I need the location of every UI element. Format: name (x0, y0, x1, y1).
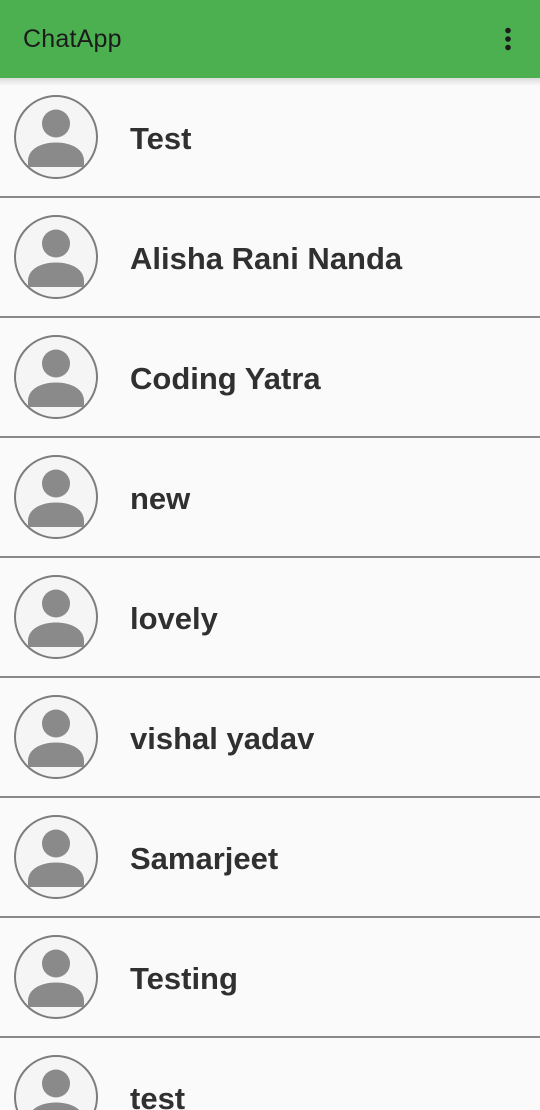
contact-list: Test Alisha Rani Nanda Coding Yatra new (0, 78, 540, 1110)
contact-avatar (14, 215, 98, 299)
contact-name: Test (130, 121, 192, 156)
contact-name: Testing (130, 961, 238, 996)
contact-avatar (14, 455, 98, 539)
contact-row[interactable]: Testing (0, 918, 540, 1038)
contact-name: Coding Yatra (130, 361, 321, 396)
contact-avatar (14, 95, 98, 179)
person-icon (28, 229, 84, 287)
contact-row[interactable]: test (0, 1038, 540, 1110)
app-bar-shadow (0, 78, 540, 86)
contact-row[interactable]: vishal yadav (0, 678, 540, 798)
person-icon (28, 709, 84, 767)
contact-name: vishal yadav (130, 721, 315, 756)
more-vert-icon (505, 27, 511, 51)
contact-row[interactable]: Test (0, 78, 540, 198)
contact-name: Samarjeet (130, 841, 279, 876)
contact-row[interactable]: lovely (0, 558, 540, 678)
person-icon (28, 949, 84, 1007)
contact-avatar (14, 815, 98, 899)
person-icon (32, 1069, 80, 1110)
more-options-button[interactable] (496, 19, 520, 59)
contact-avatar (14, 1055, 98, 1110)
person-icon (28, 829, 84, 887)
contact-row[interactable]: new (0, 438, 540, 558)
chat-contacts-screen: ChatApp Test Alisha Rani Nanda Coding Ya… (0, 0, 540, 1110)
app-bar: ChatApp (0, 0, 540, 78)
contact-avatar (14, 335, 98, 419)
contact-avatar (14, 575, 98, 659)
person-icon (28, 349, 84, 407)
person-icon (28, 109, 84, 167)
app-title: ChatApp (23, 24, 122, 53)
contact-name: lovely (130, 601, 218, 636)
contact-name: new (130, 481, 191, 516)
contact-avatar (14, 935, 98, 1019)
contact-row[interactable]: Samarjeet (0, 798, 540, 918)
contact-name: Alisha Rani Nanda (130, 241, 403, 276)
contact-row[interactable]: Coding Yatra (0, 318, 540, 438)
contact-name: test (130, 1081, 186, 1110)
contact-avatar (14, 695, 98, 779)
person-icon (28, 469, 84, 527)
contact-row[interactable]: Alisha Rani Nanda (0, 198, 540, 318)
person-icon (28, 589, 84, 647)
